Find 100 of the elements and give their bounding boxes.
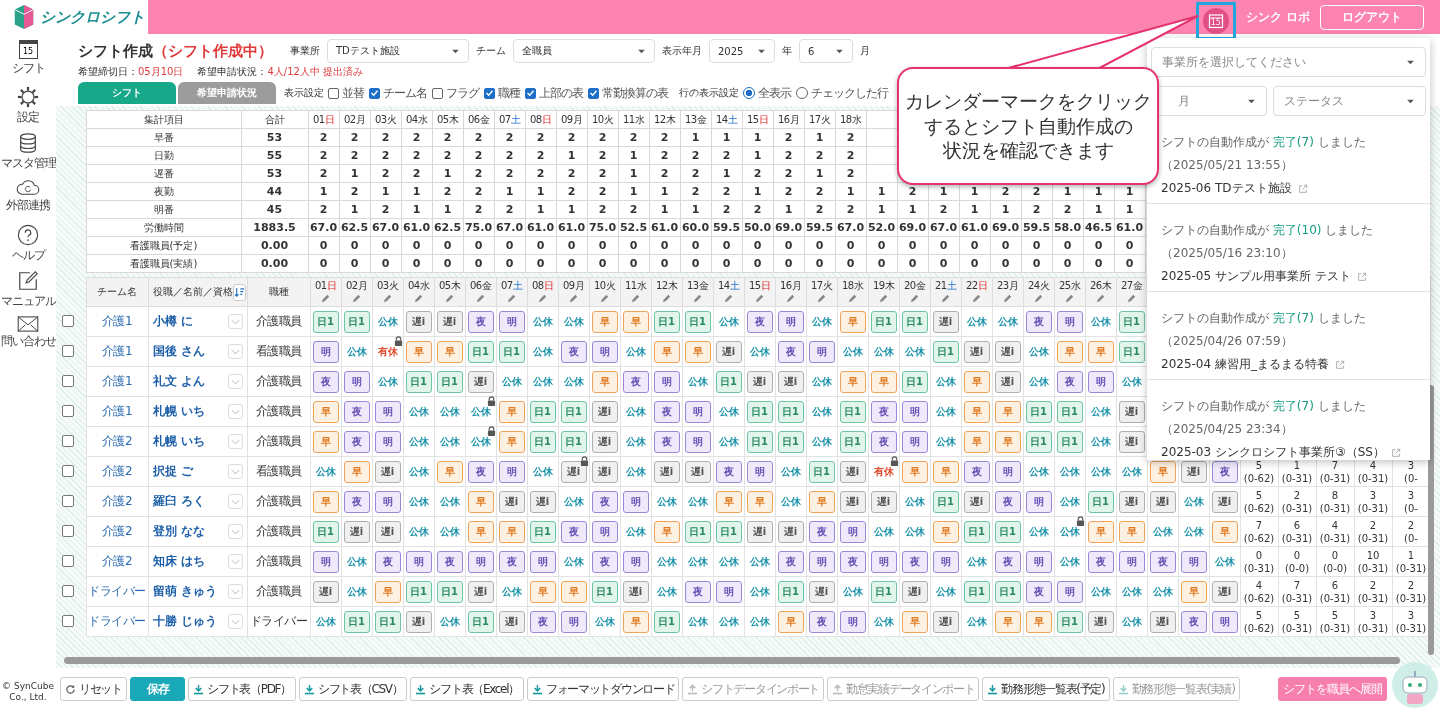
shift-chip[interactable]: 明 [374, 490, 401, 513]
toolbar-button[interactable]: シフト表（CSV） [298, 677, 408, 701]
shift-chip[interactable]: 早 [498, 520, 525, 543]
checkbox[interactable] [432, 87, 443, 99]
shift-chip[interactable]: 明 [684, 430, 711, 453]
shift-chip[interactable]: 遅i [591, 400, 618, 423]
shift-chip[interactable]: 日1 [684, 310, 711, 333]
shift-chip[interactable]: 明 [1087, 370, 1114, 393]
pencil-icon[interactable] [878, 292, 889, 304]
shift-chip[interactable]: 日1 [560, 430, 587, 453]
team-select[interactable]: 全職員 [513, 39, 655, 63]
shift-chip[interactable]: 早 [312, 430, 339, 453]
shift-chip[interactable]: 明 [1118, 550, 1145, 573]
shift-chip[interactable]: 早 [622, 310, 649, 333]
pencil-icon[interactable] [475, 292, 486, 304]
pencil-icon[interactable] [1002, 292, 1013, 304]
shift-chip[interactable]: 明 [312, 550, 339, 573]
shift-chip[interactable]: 日1 [343, 610, 370, 633]
shift-chip[interactable]: 明 [591, 340, 618, 363]
shift-chip[interactable]: 明 [808, 340, 835, 363]
shift-chip[interactable]: 日1 [963, 580, 990, 603]
shift-chip[interactable]: 夜 [777, 340, 804, 363]
shift-chip[interactable]: 遅i [994, 370, 1021, 393]
shift-chip[interactable]: 早 [715, 490, 742, 513]
shift-chip[interactable]: 日1 [436, 370, 463, 393]
shift-chip[interactable]: 明 [405, 550, 432, 573]
shift-chip[interactable]: 明 [684, 400, 711, 423]
shift-chip[interactable]: 遅i [715, 340, 742, 363]
shift-chip[interactable]: 早 [498, 400, 525, 423]
shift-chip[interactable]: 遅i [808, 580, 835, 603]
sidebar-item[interactable]: ヘルプ [0, 222, 56, 268]
shift-chip[interactable]: 日1 [870, 580, 897, 603]
shift-chip[interactable]: 遅i [653, 460, 680, 483]
shift-chip[interactable]: 夜 [684, 580, 711, 603]
shift-chip[interactable]: 明 [622, 490, 649, 513]
pencil-icon[interactable] [320, 292, 331, 304]
shift-chip[interactable]: 遅i [374, 460, 401, 483]
row-checkbox[interactable] [62, 315, 74, 327]
shift-chip[interactable]: 遅i [467, 370, 494, 393]
shift-chip[interactable]: 遅i [312, 580, 339, 603]
pencil-icon[interactable] [692, 292, 703, 304]
external-link-icon[interactable] [1334, 359, 1345, 370]
shift-chip[interactable]: 日1 [932, 340, 959, 363]
shift-chip[interactable]: 明 [839, 610, 866, 633]
shift-chip[interactable]: 早 [1087, 520, 1114, 543]
shift-chip[interactable]: 明 [498, 460, 525, 483]
shift-chip[interactable]: 夜 [529, 610, 556, 633]
shift-chip[interactable]: 夜 [343, 490, 370, 513]
shift-chip[interactable]: 明 [529, 550, 556, 573]
shift-chip[interactable]: 日1 [498, 340, 525, 363]
shift-chip[interactable]: 日1 [777, 580, 804, 603]
shift-chip[interactable]: 夜 [839, 550, 866, 573]
shift-chip[interactable]: 遅i [436, 310, 463, 333]
row-checkbox[interactable] [62, 555, 74, 567]
sidebar-item[interactable]: マニュアル [0, 268, 56, 314]
shift-chip[interactable]: 明 [498, 310, 525, 333]
pencil-icon[interactable] [1033, 292, 1044, 304]
notification-link[interactable]: 2025-04 練習用_まるまる特養 [1161, 356, 1329, 373]
shift-chip[interactable]: 夜 [994, 490, 1021, 513]
shift-chip[interactable]: 日1 [436, 580, 463, 603]
shift-chip[interactable]: 日1 [529, 520, 556, 543]
shift-chip[interactable]: 遅i [777, 520, 804, 543]
radio-button[interactable] [743, 87, 755, 99]
shift-chip[interactable]: 明 [1056, 580, 1083, 603]
shift-chip[interactable]: 早 [684, 340, 711, 363]
shift-chip[interactable]: 夜 [1180, 610, 1207, 633]
shift-chip[interactable]: 早 [653, 520, 680, 543]
shift-chip[interactable]: 遅i [901, 580, 928, 603]
shift-chip[interactable]: 夜 [343, 430, 370, 453]
tab[interactable]: シフト [78, 82, 176, 104]
shift-chip[interactable]: 日1 [746, 400, 773, 423]
shift-chip[interactable]: 日1 [467, 610, 494, 633]
shift-chip[interactable]: 明 [808, 550, 835, 573]
shift-chip[interactable]: 早 [312, 490, 339, 513]
shift-chip[interactable]: 遅i [622, 580, 649, 603]
row-checkbox[interactable] [62, 345, 74, 357]
shift-chip[interactable]: 遅i [374, 520, 401, 543]
shift-chip[interactable]: 遅i [994, 340, 1021, 363]
pencil-icon[interactable] [1064, 292, 1075, 304]
status-select[interactable]: ステータス [1273, 86, 1426, 116]
pencil-icon[interactable] [723, 292, 734, 304]
shift-chip[interactable]: 日1 [374, 610, 401, 633]
shift-chip[interactable]: 日1 [312, 520, 339, 543]
shift-chip[interactable]: 遅i [1118, 490, 1145, 513]
shift-chip[interactable]: 日1 [1056, 400, 1083, 423]
shift-chip[interactable]: 早 [1149, 460, 1176, 483]
shift-chip[interactable]: 日1 [591, 580, 618, 603]
shift-chip[interactable]: 遅i [1149, 610, 1176, 633]
shift-chip[interactable]: 早 [932, 520, 959, 543]
shift-chip[interactable]: 早 [312, 400, 339, 423]
row-checkbox[interactable] [62, 465, 74, 477]
shift-chip[interactable]: 早 [653, 340, 680, 363]
shift-chip[interactable]: 日1 [777, 400, 804, 423]
shift-chip[interactable]: 夜 [808, 610, 835, 633]
shift-chip[interactable]: 遅i [343, 520, 370, 543]
checkbox[interactable] [484, 87, 495, 99]
office-select[interactable]: TDテスト施設 [327, 39, 469, 63]
shift-chip[interactable]: 明 [994, 460, 1021, 483]
shift-chip[interactable]: 早 [994, 610, 1021, 633]
shift-chip[interactable]: 日1 [746, 430, 773, 453]
